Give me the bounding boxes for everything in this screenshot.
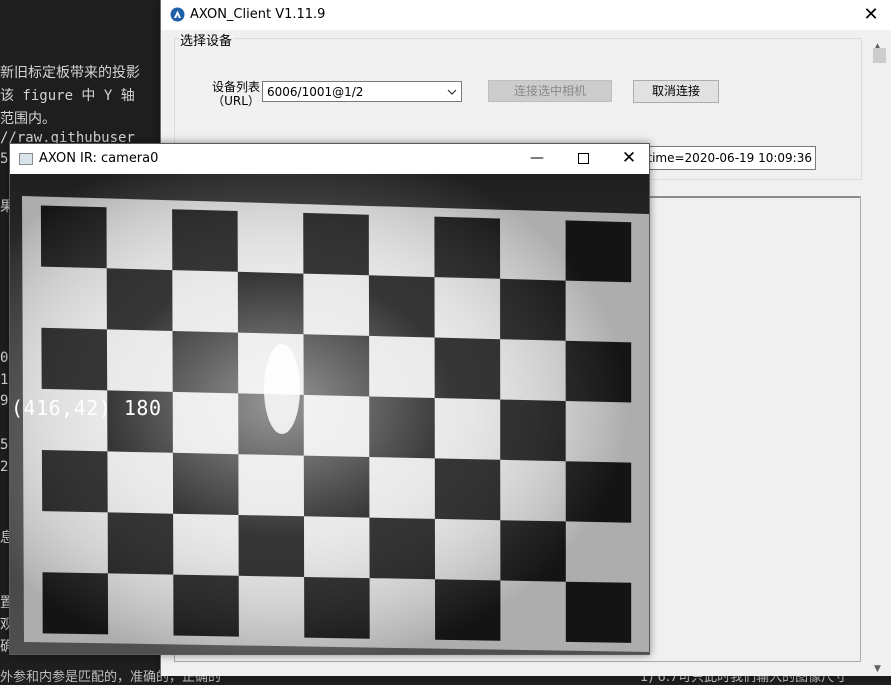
client-scrollbar[interactable]: ▲ ▼: [871, 40, 888, 676]
chevron-down-icon: [447, 89, 457, 95]
camera-titlebar[interactable]: AXON IR: camera0 — ✕: [10, 144, 649, 174]
background-editor-line: 1: [0, 372, 9, 388]
axon-app-icon: [170, 7, 185, 22]
client-window-title: AXON_Client V1.11.9: [190, 7, 326, 22]
minimize-button[interactable]: —: [526, 148, 548, 170]
background-editor-line: 9: [0, 393, 9, 409]
scroll-down-arrow-icon[interactable]: ▼: [874, 664, 881, 674]
camera-image-view[interactable]: (416,42) 180: [10, 174, 649, 654]
camera-window: AXON IR: camera0 — ✕ (416,42) 180: [9, 143, 650, 655]
client-titlebar[interactable]: AXON_Client V1.11.9 ✕: [161, 0, 891, 30]
device-list-value: 6006/1001@1/2: [267, 85, 364, 99]
device-list-label: 设备列表（URL）: [211, 80, 260, 108]
window-icon: [19, 153, 33, 165]
pixel-value-readout: (416,42) 180: [11, 396, 162, 420]
maximize-icon: [578, 153, 589, 164]
background-editor-line: 2: [0, 459, 9, 475]
device-group-label: 选择设备: [178, 30, 235, 49]
camera-close-button[interactable]: ✕: [618, 147, 640, 169]
background-editor-line: 该 figure 中 Y 轴: [0, 88, 135, 104]
camera-window-title: AXON IR: camera0: [39, 151, 159, 166]
background-editor-line: 范围内。: [0, 111, 56, 127]
disconnect-button[interactable]: 取消连接: [633, 80, 719, 103]
device-list-dropdown[interactable]: 6006/1001@1/2: [262, 81, 462, 102]
background-editor-line: 0: [0, 350, 9, 366]
background-editor-line: 新旧标定板带来的投影: [0, 65, 140, 81]
hot-spot: [264, 344, 300, 434]
client-close-button[interactable]: ✕: [859, 4, 883, 26]
scroll-thumb[interactable]: [873, 48, 886, 63]
connect-camera-button[interactable]: 连接选中相机: [488, 80, 612, 102]
background-editor-line: 5: [0, 437, 9, 453]
build-time-text: d time=2020-06-19 10:09:36: [635, 151, 812, 165]
maximize-button[interactable]: [572, 148, 594, 170]
background-editor-line: 5: [0, 151, 9, 167]
build-time-field: d time=2020-06-19 10:09:36: [621, 146, 816, 170]
